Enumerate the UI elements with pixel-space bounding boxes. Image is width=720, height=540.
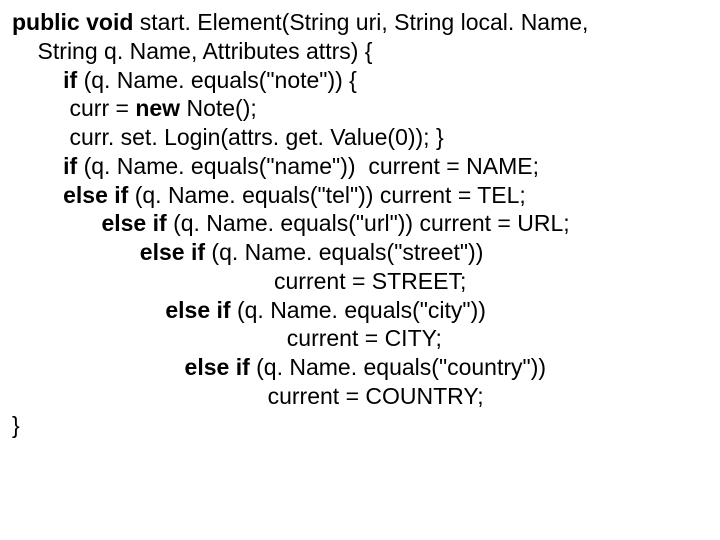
code-line: current = CITY; (12, 324, 708, 353)
keyword-span: else if (12, 182, 135, 208)
text-span: String q. Name, Attributes attrs) { (12, 38, 372, 64)
text-span: (q. Name. equals("url")) current = URL; (173, 210, 570, 236)
code-line: else if (q. Name. equals("url")) current… (12, 209, 708, 238)
text-span: (q. Name. equals("note")) { (84, 67, 357, 93)
code-line: current = COUNTRY; (12, 382, 708, 411)
keyword-span: else if (12, 210, 173, 236)
text-span: Note(); (186, 95, 256, 121)
text-span: (q. Name. equals("country")) (256, 354, 546, 380)
text-span: start. Element(String uri, String local.… (140, 9, 589, 35)
code-line: else if (q. Name. equals("country")) (12, 353, 708, 382)
code-line: if (q. Name. equals("name")) current = N… (12, 152, 708, 181)
code-line: current = STREET; (12, 267, 708, 296)
code-line: if (q. Name. equals("note")) { (12, 66, 708, 95)
code-line: String q. Name, Attributes attrs) { (12, 37, 708, 66)
text-span: (q. Name. equals("tel")) current = TEL; (135, 182, 526, 208)
keyword-span: else if (12, 297, 237, 323)
keyword-span: new (135, 95, 186, 121)
text-span: (q. Name. equals("street")) (211, 239, 483, 265)
text-span: current = STREET; (12, 268, 466, 294)
keyword-span: if (12, 67, 84, 93)
code-line: else if (q. Name. equals("city")) (12, 296, 708, 325)
text-span: curr = (12, 95, 135, 121)
keyword-span: else if (12, 239, 211, 265)
code-line: curr = new Note(); (12, 94, 708, 123)
keyword-span: if (12, 153, 84, 179)
text-span: } (12, 412, 20, 438)
text-span: curr. set. Login(attrs. get. Value(0)); … (12, 124, 444, 150)
code-line: public void start. Element(String uri, S… (12, 8, 708, 37)
code-line: else if (q. Name. equals("tel")) current… (12, 181, 708, 210)
code-line: curr. set. Login(attrs. get. Value(0)); … (12, 123, 708, 152)
code-line: else if (q. Name. equals("street")) (12, 238, 708, 267)
text-span: current = CITY; (12, 325, 442, 351)
text-span: (q. Name. equals("city")) (237, 297, 486, 323)
text-span: (q. Name. equals("name")) current = NAME… (84, 153, 539, 179)
code-line: } (12, 411, 708, 440)
keyword-span: public void (12, 9, 140, 35)
keyword-span: else if (12, 354, 256, 380)
text-span: current = COUNTRY; (12, 383, 484, 409)
code-block: public void start. Element(String uri, S… (12, 8, 708, 439)
